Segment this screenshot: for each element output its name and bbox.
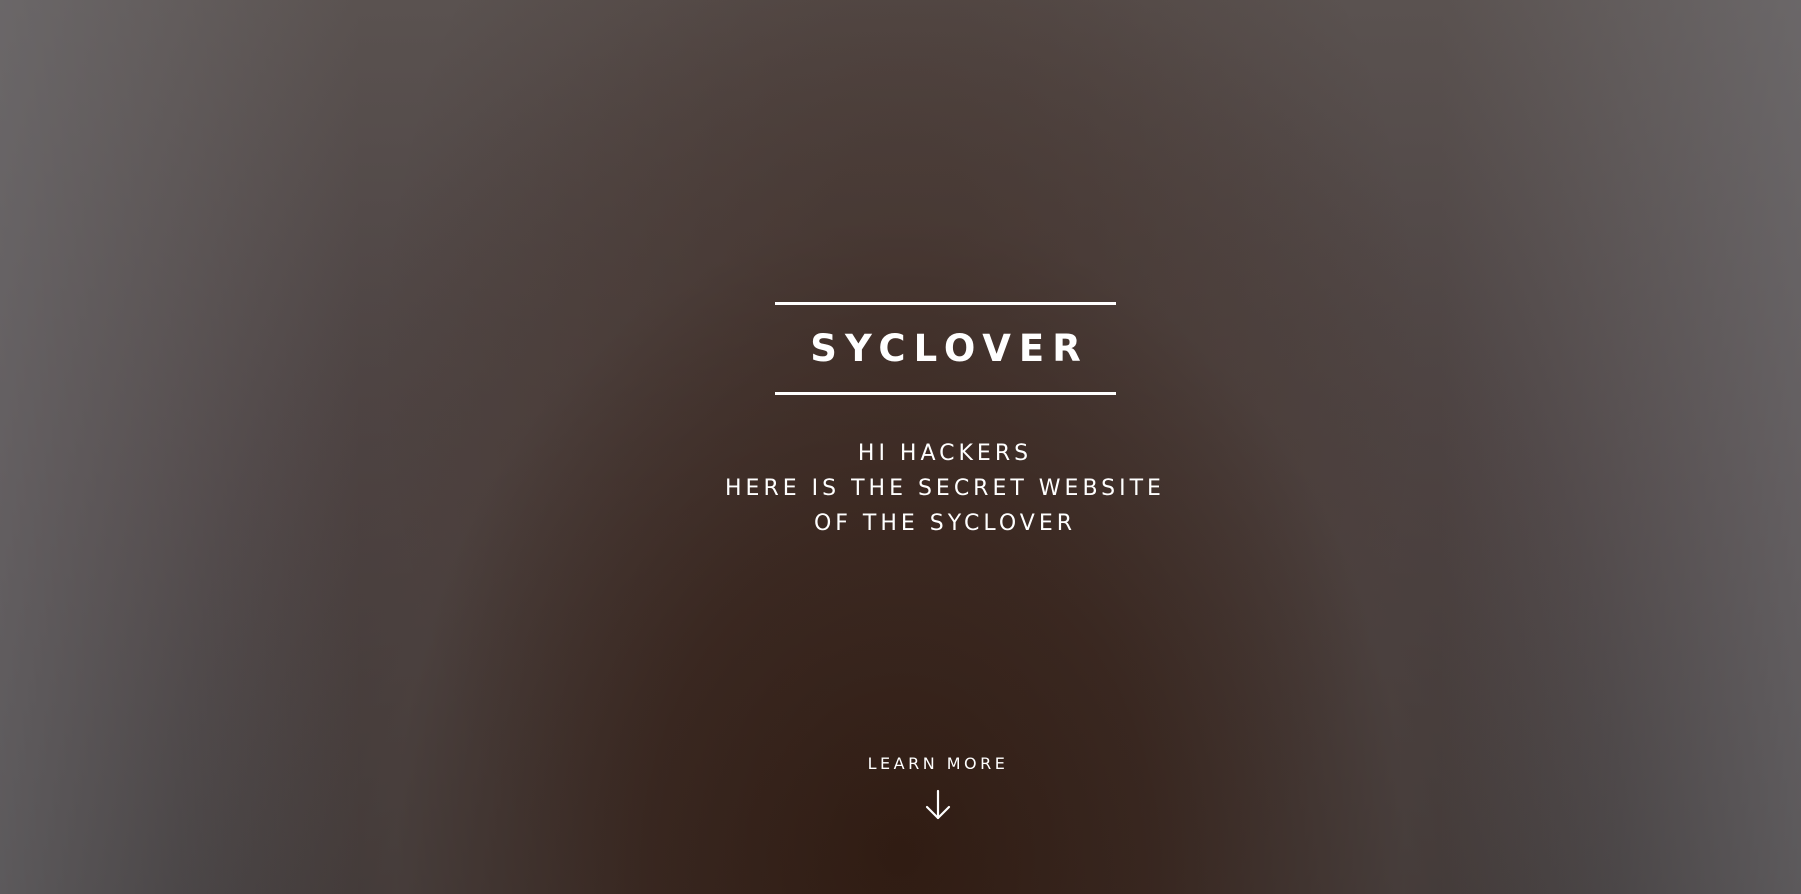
subtitle-line: OF THE SYCLOVER (813, 511, 1077, 536)
arrow-down-icon[interactable] (923, 789, 953, 821)
hero-section: SYCLOVER HI HACKERS HERE IS THE SECRET W… (0, 0, 1801, 894)
subtitle-line: HERE IS THE SECRET WEBSITE (725, 476, 1165, 501)
subtitle-line: HI HACKERS (857, 441, 1033, 466)
site-title: SYCLOVER (810, 327, 1089, 370)
learn-more-link[interactable]: LEARN MORE (838, 754, 1038, 821)
site-title-block: SYCLOVER (775, 302, 1116, 395)
hero-subtitle: HI HACKERS HERE IS THE SECRET WEBSITE OF… (700, 436, 1190, 541)
learn-more-label: LEARN MORE (867, 754, 1009, 773)
